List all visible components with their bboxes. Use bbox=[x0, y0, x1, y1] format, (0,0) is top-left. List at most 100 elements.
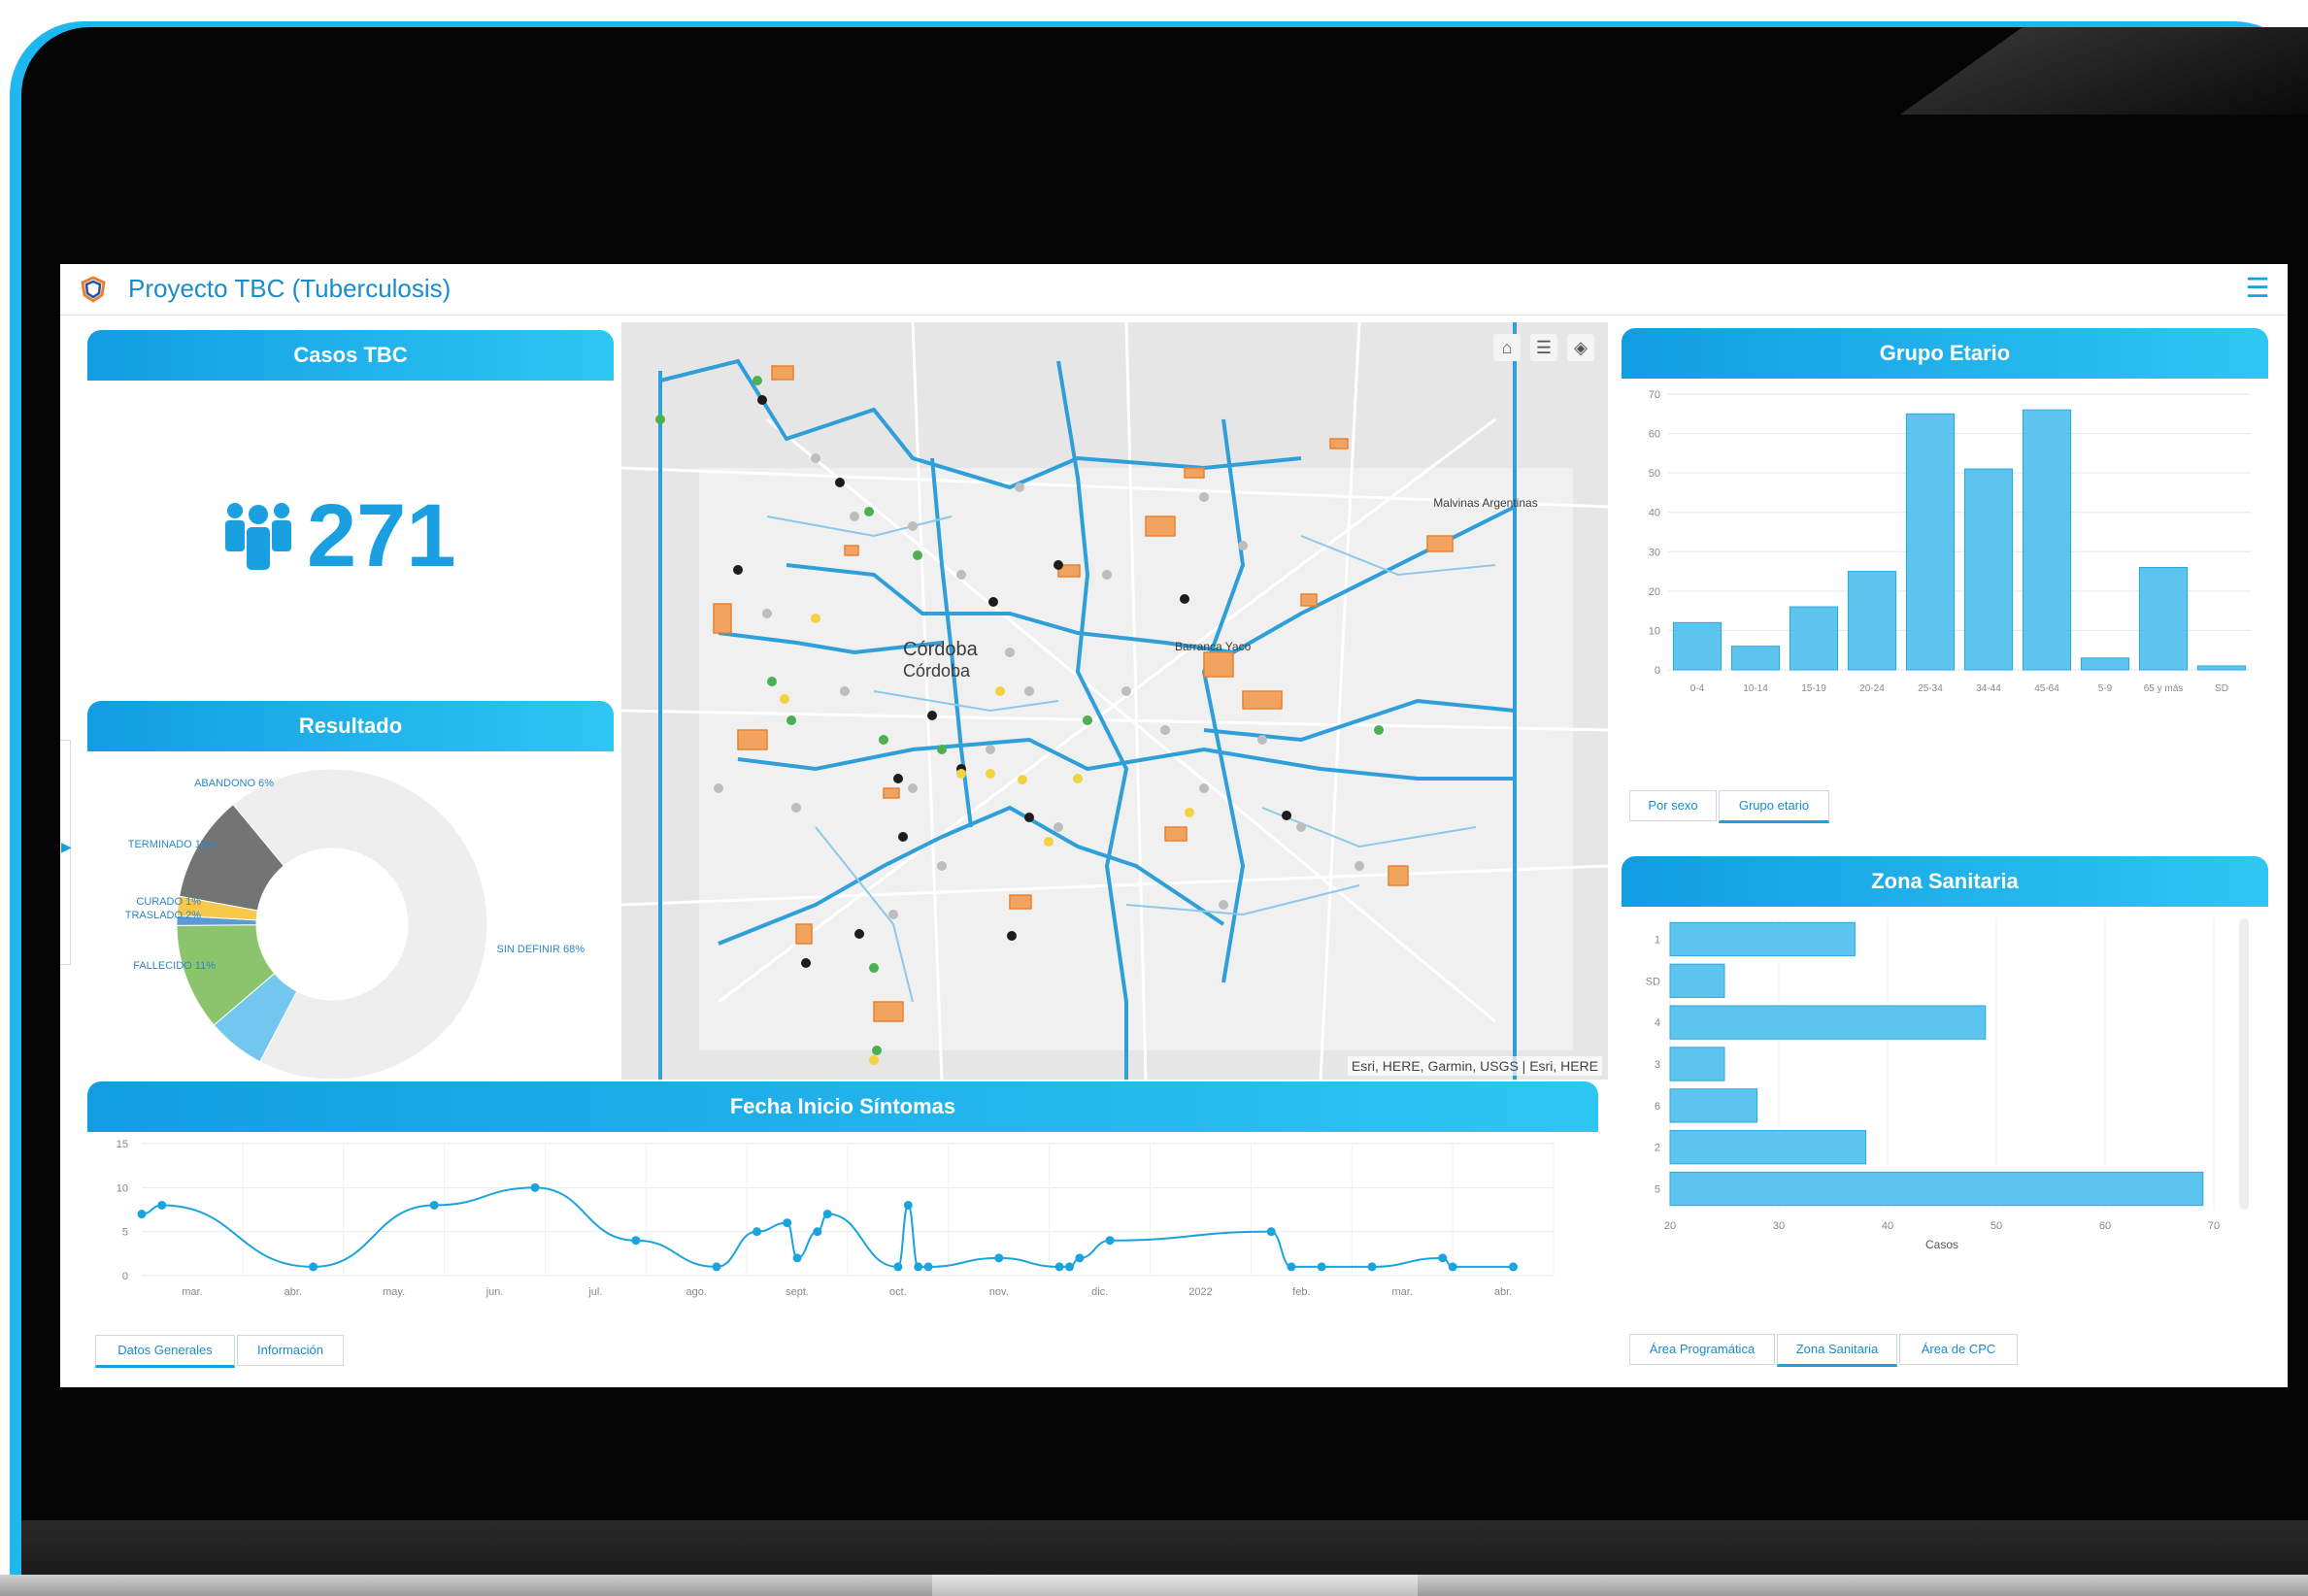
y-tick-label: 30 bbox=[1649, 547, 1660, 558]
data-point[interactable] bbox=[753, 1227, 762, 1237]
x-tick-label: 15-19 bbox=[1801, 683, 1826, 694]
data-point[interactable] bbox=[429, 1200, 439, 1210]
bar[interactable] bbox=[2196, 665, 2247, 671]
data-point[interactable] bbox=[157, 1200, 167, 1210]
app-title: Proyecto TBC (Tuberculosis) bbox=[128, 274, 452, 303]
x-tick-label: may. bbox=[383, 1286, 405, 1298]
bar[interactable] bbox=[1669, 921, 1856, 957]
x-tick-label: 34-44 bbox=[1976, 683, 2001, 694]
bar[interactable] bbox=[1669, 1130, 1867, 1165]
x-tick-label: SD bbox=[2215, 683, 2228, 694]
bar[interactable] bbox=[1669, 1088, 1758, 1123]
data-point[interactable] bbox=[712, 1262, 721, 1272]
y-tick-label: 1 bbox=[1655, 934, 1660, 946]
bar[interactable] bbox=[1669, 963, 1725, 998]
map-view[interactable]: Córdoba Córdoba Barranca Yaco Malvinas A… bbox=[621, 322, 1608, 1080]
data-point[interactable] bbox=[1317, 1262, 1326, 1272]
x-tick-label: jun. bbox=[485, 1286, 504, 1298]
x-tick-label: dic. bbox=[1091, 1286, 1108, 1298]
tab-datos-generales[interactable]: Datos Generales bbox=[95, 1335, 235, 1368]
home-icon[interactable]: ⌂ bbox=[1493, 334, 1521, 361]
data-point[interactable] bbox=[1064, 1262, 1074, 1272]
tab-grupo-etario[interactable]: Grupo etario bbox=[1719, 790, 1829, 823]
bar[interactable] bbox=[1669, 1005, 1987, 1040]
expand-arrow-icon[interactable]: ▶ bbox=[61, 839, 72, 855]
map-label-barranca-yaco: Barranca Yaco bbox=[1175, 640, 1252, 653]
bar[interactable] bbox=[1789, 606, 1839, 671]
x-tick-label: abr. bbox=[1494, 1286, 1512, 1298]
map-label-malvinas-argentinas: Malvinas Argentinas bbox=[1433, 496, 1537, 510]
scrollbar[interactable] bbox=[2239, 918, 2249, 1210]
tab-area-programatica[interactable]: Área Programática bbox=[1629, 1334, 1775, 1365]
y-tick-label: 0 bbox=[1655, 665, 1660, 677]
people-icon bbox=[225, 503, 291, 570]
data-point[interactable] bbox=[923, 1262, 933, 1272]
data-point[interactable] bbox=[309, 1262, 318, 1272]
y-tick-label: 5 bbox=[1655, 1184, 1660, 1196]
tab-por-sexo[interactable]: Por sexo bbox=[1629, 790, 1717, 821]
map-label-cordoba-1: Córdoba bbox=[903, 639, 979, 660]
tab-zona-sanitaria[interactable]: Zona Sanitaria bbox=[1777, 1334, 1897, 1367]
bar[interactable] bbox=[1672, 621, 1723, 671]
y-tick-label: 15 bbox=[117, 1139, 128, 1150]
list-icon[interactable]: ☰ bbox=[1530, 334, 1557, 361]
grupo-etario-header: Grupo Etario bbox=[1622, 328, 2268, 379]
x-tick-label: 65 y más bbox=[2144, 683, 2184, 694]
resultado-header: Resultado bbox=[87, 701, 614, 751]
bar[interactable] bbox=[2138, 567, 2189, 671]
data-point[interactable] bbox=[994, 1253, 1004, 1263]
bar[interactable] bbox=[2022, 409, 2072, 671]
bar[interactable] bbox=[1963, 468, 2014, 671]
bar[interactable] bbox=[2080, 657, 2130, 671]
fecha-line-chart: 0 5 10 15 mar. abr. may. jun. jul. ago. sept. oct. n… bbox=[117, 1139, 1555, 1298]
data-point[interactable] bbox=[1508, 1262, 1518, 1272]
data-point[interactable] bbox=[813, 1227, 822, 1237]
hamburger-menu-icon[interactable]: ☰ bbox=[2243, 275, 2272, 302]
y-tick-label: 4 bbox=[1655, 1017, 1660, 1029]
data-point[interactable] bbox=[631, 1236, 641, 1246]
y-tick-label: 70 bbox=[1649, 389, 1660, 401]
y-tick-label: 40 bbox=[1649, 508, 1660, 519]
data-point[interactable] bbox=[137, 1210, 147, 1219]
data-point[interactable] bbox=[1075, 1253, 1085, 1263]
layers-icon[interactable]: ◈ bbox=[1567, 334, 1594, 361]
data-point[interactable] bbox=[792, 1253, 802, 1263]
data-point[interactable] bbox=[914, 1262, 923, 1272]
data-point[interactable] bbox=[1367, 1262, 1377, 1272]
bar[interactable] bbox=[1669, 1047, 1725, 1081]
data-point[interactable] bbox=[530, 1182, 540, 1192]
data-point[interactable] bbox=[903, 1200, 913, 1210]
shield-logo-icon bbox=[81, 276, 106, 303]
x-tick-label: 30 bbox=[1773, 1220, 1785, 1232]
x-tick-label: 40 bbox=[1882, 1220, 1893, 1232]
kpi-casos: 271 bbox=[223, 486, 456, 585]
tab-informacion[interactable]: Información bbox=[237, 1335, 344, 1366]
x-tick-label: 50 bbox=[1990, 1220, 2002, 1232]
map-canvas[interactable]: Córdoba Córdoba Barranca Yaco Malvinas A… bbox=[621, 322, 1608, 1080]
x-tick-label: 0-4 bbox=[1690, 683, 1705, 694]
data-point[interactable] bbox=[893, 1262, 903, 1272]
data-point[interactable] bbox=[1448, 1262, 1457, 1272]
x-tick-label: 70 bbox=[2208, 1220, 2220, 1232]
data-point[interactable] bbox=[1054, 1262, 1064, 1272]
y-tick-label: 20 bbox=[1649, 586, 1660, 598]
bar[interactable] bbox=[1669, 1171, 2204, 1207]
y-tick-label: 5 bbox=[122, 1227, 128, 1239]
tab-area-cpc[interactable]: Área de CPC bbox=[1899, 1334, 2018, 1365]
data-point[interactable] bbox=[1105, 1236, 1115, 1246]
data-point[interactable] bbox=[1438, 1253, 1448, 1263]
zona-sanitaria-bar-chart: 20 30 40 50 60 70 1 SD 4 3 6 2 5 Casos bbox=[1646, 918, 2249, 1251]
data-point[interactable] bbox=[1266, 1227, 1276, 1237]
laptop-hinge bbox=[932, 1575, 1418, 1596]
bar[interactable] bbox=[1905, 413, 1956, 671]
data-point[interactable] bbox=[822, 1210, 832, 1219]
y-tick-label: 60 bbox=[1649, 429, 1660, 441]
data-point[interactable] bbox=[783, 1218, 792, 1228]
bar[interactable] bbox=[1847, 571, 1897, 671]
data-point[interactable] bbox=[1287, 1262, 1296, 1272]
app-header: Proyecto TBC (Tuberculosis) ☰ bbox=[60, 264, 2288, 316]
label-traslado: TRASLADO 2% bbox=[125, 910, 201, 921]
x-tick-label: abr. bbox=[284, 1286, 302, 1298]
x-tick-label: 5-9 bbox=[2098, 683, 2113, 694]
bar[interactable] bbox=[1730, 646, 1781, 671]
